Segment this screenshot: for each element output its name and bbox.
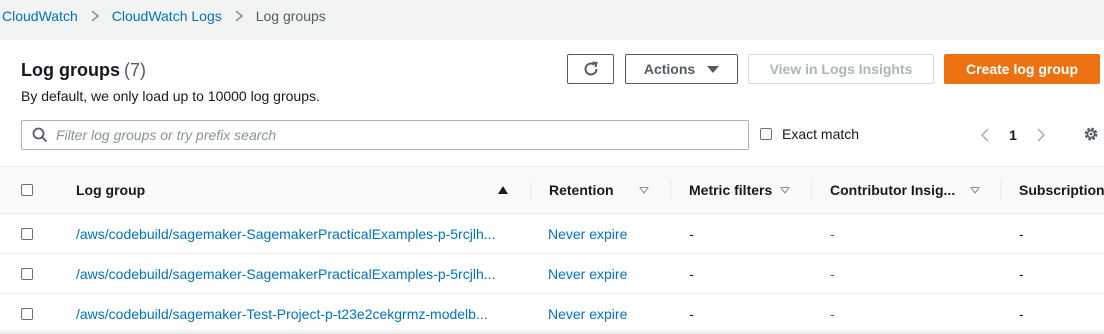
table-header: Log group Retention Metric filters Contr… — [0, 167, 1104, 213]
column-separator — [670, 180, 671, 200]
breadcrumb-current: Log groups — [255, 8, 326, 24]
exact-match-label: Exact match — [782, 126, 860, 142]
row-select-cell — [21, 294, 33, 334]
exact-match-option[interactable]: Exact match — [760, 126, 859, 142]
row-checkbox[interactable] — [21, 308, 33, 320]
chevron-left-icon — [980, 128, 989, 142]
log-group-link[interactable]: /aws/codebuild/sagemaker-SagemakerPracti… — [76, 254, 495, 294]
log-groups-panel: Log groups (7) By default, we only load u… — [0, 40, 1104, 334]
log-group-link[interactable]: /aws/codebuild/sagemaker-Test-Project-p-… — [76, 294, 488, 334]
contributor-insights-link[interactable]: - — [830, 214, 835, 254]
filter-log-groups-input[interactable] — [56, 127, 696, 143]
row-select-cell — [21, 214, 33, 254]
log-group-count: (7) — [123, 60, 146, 80]
table-row: /aws/codebuild/sagemaker-SagemakerPracti… — [0, 254, 1104, 294]
refresh-icon — [584, 61, 598, 76]
column-log-group[interactable]: Log group — [76, 167, 145, 213]
column-separator — [530, 180, 531, 200]
subscription-value: - — [1019, 226, 1024, 242]
page-description: By default, we only load up to 10000 log… — [21, 88, 320, 104]
column-log-group-label: Log group — [76, 182, 146, 198]
page-title-text: Log groups — [21, 60, 120, 80]
caret-down-icon — [707, 65, 720, 73]
log-group-link[interactable]: /aws/codebuild/sagemaker-SagemakerPracti… — [76, 214, 495, 254]
table-row: /aws/codebuild/sagemaker-Test-Project-p-… — [0, 294, 1104, 334]
column-metric-filters[interactable]: Metric filters — [689, 167, 772, 213]
retention-link[interactable]: Never expire — [548, 214, 627, 254]
metric-filters-value: - — [689, 226, 694, 242]
column-separator — [1000, 180, 1001, 200]
column-subscription-label: Subscription — [1019, 182, 1104, 198]
chevron-right-icon — [86, 0, 104, 32]
search-icon — [32, 127, 48, 143]
chevron-right-icon — [230, 0, 248, 32]
actions-label: Actions — [643, 61, 696, 77]
filter-search-box[interactable] — [21, 120, 749, 150]
insights-label: View in Logs Insights — [769, 61, 913, 77]
refresh-button[interactable] — [567, 54, 614, 84]
select-all-cell — [21, 167, 33, 213]
exact-match-checkbox[interactable] — [760, 128, 772, 140]
sort-down-icon[interactable] — [639, 167, 649, 213]
column-retention-label: Retention — [549, 182, 614, 198]
gear-icon[interactable] — [1082, 125, 1100, 143]
contributor-insights-link[interactable]: - — [830, 254, 835, 294]
row-checkbox[interactable] — [21, 228, 33, 240]
previous-page-button[interactable] — [975, 128, 995, 142]
retention-link[interactable]: Never expire — [548, 294, 627, 334]
column-metric-filters-label: Metric filters — [689, 182, 773, 198]
sort-ascending-icon[interactable] — [498, 167, 508, 213]
breadcrumb: CloudWatch CloudWatch Logs Log groups — [0, 0, 326, 32]
chevron-right-icon — [1037, 128, 1046, 142]
actions-button[interactable]: Actions — [625, 54, 738, 84]
current-page-number[interactable]: 1 — [995, 127, 1031, 143]
breadcrumb-cloudwatch[interactable]: CloudWatch — [2, 8, 78, 24]
metric-filters-value: - — [689, 306, 694, 322]
pagination: 1 — [975, 120, 1051, 150]
row-select-cell — [21, 254, 33, 294]
page-title: Log groups (7) — [21, 60, 146, 81]
sort-down-icon[interactable] — [780, 167, 790, 213]
column-separator — [811, 180, 812, 200]
breadcrumb-cloudwatch-logs[interactable]: CloudWatch Logs — [112, 8, 222, 24]
select-all-checkbox[interactable] — [21, 184, 33, 196]
sort-down-icon[interactable] — [970, 167, 980, 213]
next-page-button[interactable] — [1031, 128, 1051, 142]
retention-link[interactable]: Never expire — [548, 254, 627, 294]
table-row: /aws/codebuild/sagemaker-SagemakerPracti… — [0, 214, 1104, 254]
row-checkbox[interactable] — [21, 268, 33, 280]
column-subscription[interactable]: Subscription — [1019, 167, 1104, 213]
contributor-insights-link[interactable]: - — [830, 294, 835, 334]
create-log-group-button[interactable]: Create log group — [944, 54, 1100, 84]
column-contributor-label: Contributor Insig... — [830, 182, 956, 198]
metric-filters-value: - — [689, 266, 694, 282]
column-retention[interactable]: Retention — [549, 167, 614, 213]
subscription-value: - — [1019, 266, 1024, 282]
column-contributor-insights[interactable]: Contributor Insig... — [830, 167, 955, 213]
subscription-value: - — [1019, 306, 1024, 322]
view-in-logs-insights-button[interactable]: View in Logs Insights — [748, 54, 934, 84]
create-label: Create log group — [965, 61, 1078, 77]
